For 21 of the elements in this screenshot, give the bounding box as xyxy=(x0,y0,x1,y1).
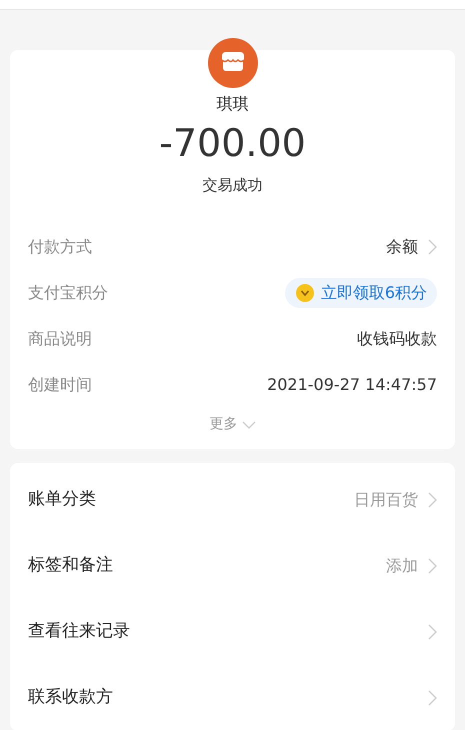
field-value: 收钱码收款 xyxy=(357,328,437,350)
field-label: 创建时间 xyxy=(28,374,92,396)
coin-icon xyxy=(294,283,315,303)
chevron-down-icon xyxy=(242,420,256,428)
field-value: 2021-09-27 14:47:57 xyxy=(267,374,437,396)
field-label: 商品说明 xyxy=(28,328,92,350)
chevron-right-icon xyxy=(428,690,437,706)
menu-row[interactable]: 标签和备注 添加 xyxy=(28,533,437,599)
transaction-status: 交易成功 xyxy=(202,175,262,196)
chevron-right-icon xyxy=(428,624,437,640)
menu-row[interactable]: 联系收款方 xyxy=(28,665,437,730)
field-value: 余额 xyxy=(386,236,418,258)
chevron-right-icon xyxy=(428,492,437,508)
amount: -700.00 xyxy=(159,120,306,166)
field-label: 支付宝积分 xyxy=(28,282,108,304)
payee-name: 琪琪 xyxy=(216,93,248,115)
menu-row[interactable]: 账单分类 日用百货 xyxy=(28,467,437,533)
points-badge[interactable]: 立即领取6积分 xyxy=(284,278,437,308)
chevron-right-icon xyxy=(428,558,437,574)
field-label: 付款方式 xyxy=(28,236,92,258)
menu-row[interactable]: 查看往来记录 xyxy=(28,599,437,665)
